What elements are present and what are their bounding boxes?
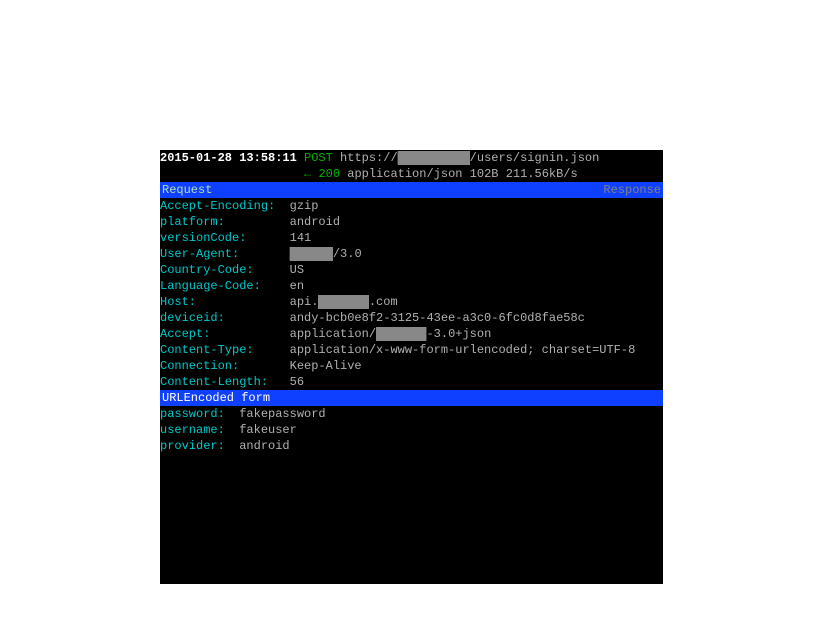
url-path: /users/signin.json [470,151,600,165]
timestamp: 2015-01-28 13:58:11 [160,151,297,165]
header-key: Content-Length: [160,375,275,389]
url-host-redacted: ██████████ [398,151,470,165]
header-key: Host: [160,295,275,309]
header-row: versionCode: 141 [160,230,663,246]
header-row: Accept-Encoding: gzip [160,198,663,214]
header-key: versionCode: [160,231,275,245]
response-line: ← 200 application/json 102B 211.56kB/s [160,166,663,182]
response-type: application/json [347,167,462,181]
response-speed: 211.56kB/s [506,167,578,181]
form-list: password: fakepasswordusername: fakeuser… [160,406,663,454]
header-row: Accept: application/███████-3.0+json [160,326,663,342]
header-row: platform: android [160,214,663,230]
tab-bar: Request Response [160,182,663,198]
form-value: android [239,439,289,453]
header-key: Connection: [160,359,275,373]
header-row: Host: api.███████.com [160,294,663,310]
form-row: password: fakepassword [160,406,663,422]
form-key: password: [160,407,232,421]
header-key: User-Agent: [160,247,275,261]
url-protocol: https:// [340,151,398,165]
form-row: username: fakeuser [160,422,663,438]
terminal-window: 2015-01-28 13:58:11 POST https://███████… [160,150,663,584]
header-key: Language-Code: [160,279,275,293]
header-list: Accept-Encoding: gzipplatform: androidve… [160,198,663,390]
terminal-empty-space [160,454,663,584]
header-row: Content-Type: application/x-www-form-url… [160,342,663,358]
header-row: Language-Code: en [160,278,663,294]
status-code: 200 [318,167,340,181]
form-value: fakepassword [239,407,325,421]
response-arrow-icon: ← [304,167,311,181]
header-key: Accept-Encoding: [160,199,275,213]
tab-response[interactable]: Response [603,182,661,198]
header-key: deviceid: [160,311,275,325]
response-size: 102B [470,167,499,181]
header-row: User-Agent: ██████/3.0 [160,246,663,262]
form-value: fakeuser [239,423,297,437]
header-row: Connection: Keep-Alive [160,358,663,374]
form-row: provider: android [160,438,663,454]
header-key: Country-Code: [160,263,275,277]
header-row: Country-Code: US [160,262,663,278]
header-key: Content-Type: [160,343,275,357]
http-method: POST [304,151,333,165]
tab-request[interactable]: Request [162,182,212,198]
request-line: 2015-01-28 13:58:11 POST https://███████… [160,150,663,166]
header-key: platform: [160,215,275,229]
form-key: provider: [160,439,232,453]
header-key: Accept: [160,327,275,341]
form-section-bar: URLEncoded form [160,390,663,406]
header-row: deviceid: andy-bcb0e8f2-3125-43ee-a3c0-6… [160,310,663,326]
header-row: Content-Length: 56 [160,374,663,390]
form-key: username: [160,423,232,437]
